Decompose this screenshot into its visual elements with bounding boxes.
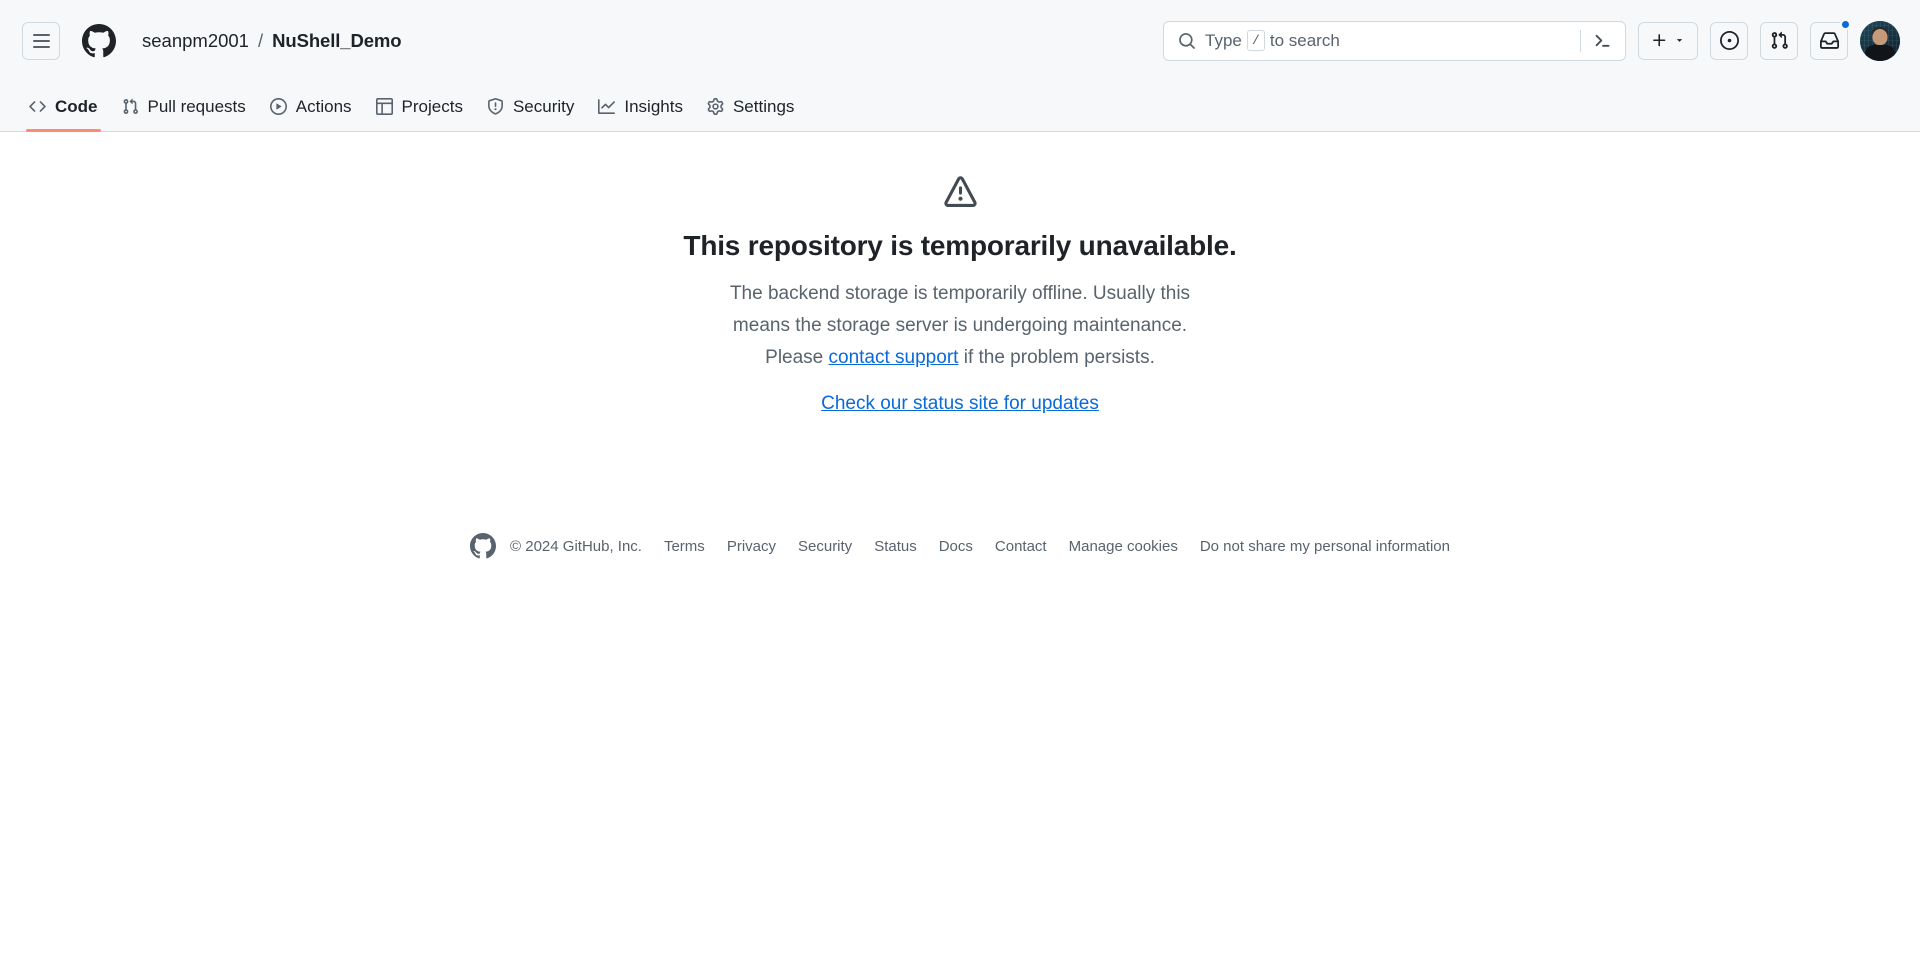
issues-button[interactable] [1710,21,1748,60]
footer-link-manage-cookies[interactable]: Manage cookies [1069,538,1178,555]
tab-code[interactable]: Code [18,82,109,132]
terminal-icon[interactable] [1587,26,1617,56]
tab-label: Actions [295,96,352,116]
gear-icon [707,98,724,115]
tab-label: Insights [624,96,683,116]
github-mark-icon [470,533,497,559]
error-description-line3-prefix: Please [765,347,829,368]
hamburger-icon[interactable] [22,21,60,60]
git-pull-request-icon [1771,31,1788,49]
code-icon [29,98,46,115]
footer-link-do-not-share[interactable]: Do not share my personal information [1200,538,1450,555]
footer-link-privacy[interactable]: Privacy [727,538,776,555]
error-description: The backend storage is temporarily offli… [730,278,1190,374]
tab-security[interactable]: Security [476,82,585,131]
search-input[interactable]: Type / to search [1163,20,1626,61]
footer: © 2024 GitHub, Inc. Terms Privacy Securi… [470,533,1450,559]
search-divider [1580,29,1581,52]
chevron-down-icon [1676,39,1683,42]
tab-label: Code [55,96,98,116]
avatar[interactable] [1860,20,1900,61]
footer-copyright: © 2024 GitHub, Inc. [510,537,642,555]
tab-projects[interactable]: Projects [365,82,474,131]
tab-label: Settings [732,96,795,116]
page-title: This repository is temporarily unavailab… [683,230,1237,261]
tab-label: Pull requests [147,96,246,116]
error-description-line2: means the storage server is undergoing m… [732,315,1188,336]
global-header: seanpm2001 / NuShell_Demo Type / to sear… [0,0,1920,82]
hamburger-bar [32,45,50,48]
footer-link-security[interactable]: Security [798,538,852,555]
footer-link-terms[interactable]: Terms [664,538,705,555]
breadcrumb-owner[interactable]: seanpm2001 [142,30,249,52]
notifications-button[interactable] [1810,18,1851,60]
repository-nav: Code Pull requests Actions Projects Secu… [0,82,1920,132]
breadcrumb-separator: / [257,29,264,51]
tab-label: Security [512,96,575,116]
footer-link-contact[interactable]: Contact [995,538,1047,555]
status-site-link[interactable]: Check our status site for updates [821,393,1099,415]
avatar-face [1872,28,1888,45]
contact-support-link[interactable]: contact support [829,347,959,368]
pull-requests-button[interactable] [1760,21,1798,60]
search-placeholder-prefix: Type [1205,30,1242,50]
play-icon [269,98,287,115]
graph-icon [598,98,616,115]
error-description-line3-suffix: if the problem persists. [958,347,1155,368]
avatar-body [1865,44,1895,61]
shield-icon [487,98,504,115]
search-placeholder-suffix: to search [1269,30,1340,50]
footer-link-status[interactable]: Status [874,538,917,555]
main-content: This repository is temporarily unavailab… [0,132,1920,559]
tab-label: Projects [401,96,463,116]
issue-opened-icon [1719,31,1739,50]
alert-triangle-icon [943,176,977,214]
error-description-line1: The backend storage is temporarily offli… [729,283,1191,304]
hamburger-bar [32,39,50,42]
create-new-button[interactable] [1638,21,1698,60]
tab-insights[interactable]: Insights [587,82,694,131]
git-pull-request-icon [122,98,139,115]
tab-actions[interactable]: Actions [259,82,363,131]
hamburger-bar [32,33,50,36]
search-icon [1178,32,1196,50]
table-icon [375,98,393,115]
inbox-icon [1819,32,1839,49]
header-actions: Type / to search [1163,18,1900,61]
footer-link-docs[interactable]: Docs [939,538,973,555]
github-mark-icon[interactable] [80,22,118,60]
plus-icon [1653,34,1666,47]
tab-pull-requests[interactable]: Pull requests [111,82,257,131]
search-placeholder: Type / to search [1205,30,1340,51]
search-slash-key: / [1246,30,1265,51]
tab-settings[interactable]: Settings [696,82,805,131]
notification-unread-dot [1840,18,1851,30]
breadcrumb-repo[interactable]: NuShell_Demo [272,30,401,52]
breadcrumb: seanpm2001 / NuShell_Demo [142,29,402,52]
